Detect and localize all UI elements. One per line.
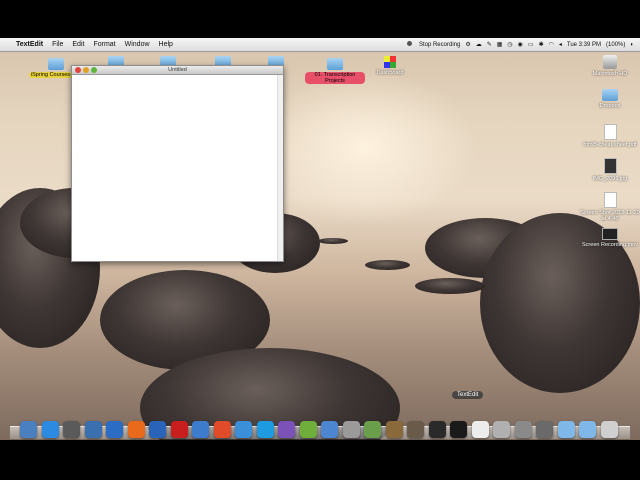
status-icon[interactable]: ◉ [518,41,523,48]
dock-icon-books[interactable] [407,421,424,438]
dock-icon-trash[interactable] [600,421,618,438]
rock [415,278,485,294]
dock-icon-network-utility[interactable] [192,421,209,438]
desktop-icon-label: Dropbox [599,103,621,109]
desktop-icon-macintosh-hd[interactable]: Macintosh HD [580,55,640,77]
dock-icon-tool[interactable] [342,421,360,438]
desktop-icon-label: html5-cheat-sheet.pdf [583,142,637,148]
movie-icon [602,228,618,240]
desktop-icon-label: 01. Transcription Projects [305,72,365,84]
dock-icon-utility[interactable] [299,421,317,438]
dock-icon-virtualbox[interactable] [84,421,102,438]
vertical-scrollbar[interactable] [277,75,283,261]
menu-file[interactable]: File [52,41,63,48]
dock-icon-kindle[interactable] [428,421,446,438]
stop-recording-button[interactable]: Stop Recording [406,41,461,48]
folder-icon [48,58,64,70]
dock-icon-thunderbird[interactable] [149,421,166,438]
dock-icon-documents[interactable] [579,421,596,438]
rock [318,238,348,244]
dock-icon-automator[interactable] [536,421,553,438]
desktop-icon-label: Macintosh HD [592,71,628,77]
window-title: Untitled [168,67,187,73]
desktop-icon-dropbox[interactable]: Dropbox [580,89,640,109]
display-icon[interactable]: ▭ [528,41,534,48]
dock-icon-finder[interactable] [20,421,37,438]
zoom-icon[interactable] [91,67,97,73]
dock-icon-storage[interactable] [493,421,510,438]
bluetooth-icon[interactable]: ✱ [539,41,544,48]
dock-icon-opera[interactable] [170,421,188,438]
menu-app-name[interactable]: TextEdit [16,41,43,48]
battery-status[interactable]: (100%) [606,42,625,48]
close-icon[interactable] [75,67,81,73]
desktop-icon-screenshot[interactable]: Screen Shot 2012-11-20 at 4.46 [580,192,640,222]
folder-icon [602,89,618,101]
menu-edit[interactable]: Edit [72,41,84,48]
dock-icon-system-preferences[interactable] [514,421,532,438]
dock-icon-word[interactable] [106,421,123,438]
clock[interactable]: Tue 3:39 PM [567,42,601,48]
desktop-icon-html5-pdf[interactable]: html5-cheat-sheet.pdf [580,124,640,148]
rock [365,260,410,270]
desktop-icon-transcription[interactable]: 01. Transcription Projects [305,58,365,84]
dock-icon-textedit[interactable] [471,421,489,438]
desktop-icon-label: Dashboard [376,70,404,76]
dashboard-icon [384,56,396,68]
dock-icon-safari[interactable] [41,421,59,438]
menu-format[interactable]: Format [93,41,115,48]
image-icon [603,158,617,174]
dock-icon-preview[interactable] [321,421,338,438]
screenshot-icon [603,192,617,208]
wifi-icon[interactable]: ◠ [549,41,554,48]
dock-icon-ibooks[interactable] [385,421,403,438]
dock-icon-applications[interactable] [557,421,575,438]
time-machine-icon[interactable]: ◷ [507,41,512,48]
user-icon[interactable]: ◐ [630,42,634,48]
record-icon [406,41,412,47]
dock-icon-skype[interactable] [256,421,274,438]
desktop: TextEdit File Edit Format Window Help St… [0,38,640,440]
menu-help[interactable]: Help [159,41,173,48]
dock-icon-terminal[interactable] [450,421,467,438]
status-icon[interactable]: ✎ [487,41,492,48]
dock-icon-chrome[interactable] [213,421,231,438]
desktop-icon-screen-recording[interactable]: Screen Recording.mov [580,228,640,248]
stop-recording-label: Stop Recording [418,41,461,48]
status-icon[interactable]: ▦ [497,41,503,48]
status-icon[interactable]: ⚙ [465,41,470,48]
desktop-icon-label: Screen Shot 2012-11-20 at 4.46 [580,210,640,222]
textedit-window: Untitled [71,65,284,262]
folder-icon [327,58,343,70]
minimize-icon[interactable] [83,67,89,73]
desktop-icon-img[interactable]: IMG_2096.jpg [580,158,640,182]
pdf-icon [603,124,617,140]
dock [18,408,632,438]
dock-icon-launchpad[interactable] [63,421,80,438]
status-menus: Stop Recording ⚙ ☁ ✎ ▦ ◷ ◉ ▭ ✱ ◠ ◂ Tue 3… [402,38,634,51]
menu-window[interactable]: Window [125,41,150,48]
dock-icon-firefox[interactable] [127,421,145,438]
desktop-icon-dashboard[interactable]: Dashboard [360,56,420,76]
volume-icon[interactable]: ◂ [559,41,562,48]
dock-icon-x11[interactable] [278,421,295,438]
dock-tooltip: TextEdit [452,391,484,399]
document-text-area[interactable] [72,75,277,261]
desktop-icon-label: Screen Recording.mov [582,242,638,248]
status-icon[interactable]: ☁ [476,41,482,48]
desktop-icon-label: IMG_2096.jpg [592,176,628,182]
window-titlebar[interactable]: Untitled [72,66,283,75]
dock-icon-photos[interactable] [364,421,381,438]
dock-icon-itunes[interactable] [235,421,252,438]
hard-drive-icon [603,55,617,69]
menu-bar: TextEdit File Edit Format Window Help St… [0,38,640,52]
